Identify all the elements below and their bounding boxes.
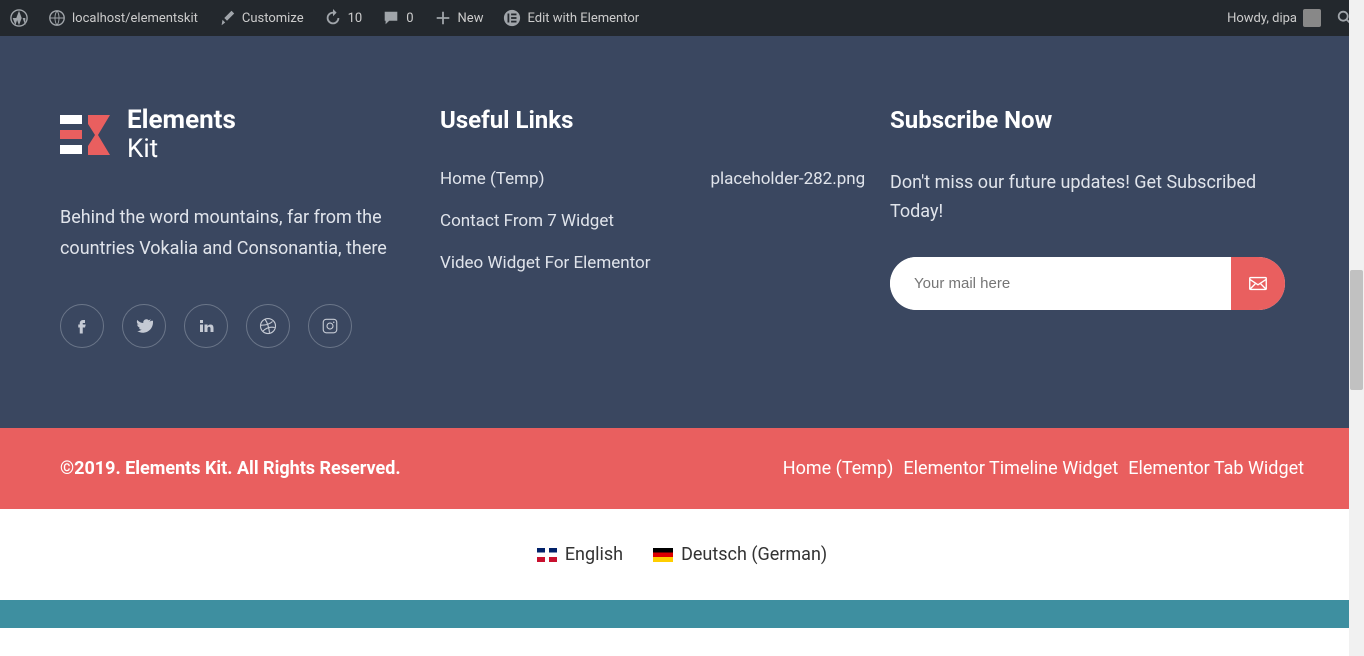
customize-label: Customize (242, 11, 304, 26)
teal-section (0, 600, 1364, 628)
admin-bar-right: Howdy, dipa (1227, 9, 1354, 27)
lang-german[interactable]: Deutsch (German) (653, 544, 827, 565)
footer-link[interactable]: Contact From 7 Widget (440, 211, 650, 231)
comments-link[interactable]: 0 (382, 9, 413, 27)
logo-mark (60, 110, 115, 160)
plus-icon (434, 9, 452, 27)
greeting-text: Howdy, dipa (1227, 11, 1297, 26)
facebook-icon (73, 317, 91, 335)
refresh-icon (324, 9, 342, 27)
instagram-link[interactable] (308, 304, 352, 348)
twitter-icon (135, 317, 153, 335)
footer-link[interactable]: Video Widget For Elementor (440, 253, 650, 273)
footer-about-column: Elements Kit Behind the word mountains, … (60, 106, 440, 348)
lang-label: Deutsch (German) (681, 544, 827, 565)
edit-elementor-link[interactable]: Edit with Elementor (503, 9, 639, 27)
site-name: localhost/elementskit (72, 11, 198, 26)
envelope-icon (1247, 272, 1269, 294)
wp-admin-bar: localhost/elementskit Customize 10 0 New… (0, 0, 1364, 36)
lang-label: English (565, 544, 623, 565)
footer-links-col-1: Home (Temp) Contact From 7 Widget Video … (440, 169, 650, 273)
subscribe-heading: Subscribe Now (890, 106, 1304, 134)
footer-logo: Elements Kit (60, 106, 400, 163)
admin-bar-left: localhost/elementskit Customize 10 0 New… (10, 9, 639, 27)
linkedin-link[interactable] (184, 304, 228, 348)
update-count: 10 (348, 11, 363, 26)
subscribe-button[interactable] (1231, 257, 1285, 310)
new-label: New (458, 11, 484, 26)
comment-icon (382, 9, 400, 27)
footer-links-col-2: placeholder-282.png (710, 169, 865, 273)
site-name-link[interactable]: localhost/elementskit (48, 9, 198, 27)
uk-flag-icon (537, 548, 557, 562)
copyright-link[interactable]: Elementor Tab Widget (1128, 458, 1304, 479)
avatar (1303, 9, 1321, 27)
copyright-link[interactable]: Elementor Timeline Widget (903, 458, 1118, 479)
facebook-link[interactable] (60, 304, 104, 348)
copyright-bar: ©2019. Elements Kit. All Rights Reserved… (0, 428, 1364, 509)
subscribe-form (890, 257, 1285, 310)
logo-line1: Elements (127, 106, 236, 135)
social-icons (60, 304, 400, 348)
useful-links-heading: Useful Links (440, 106, 890, 134)
edit-elementor-label: Edit with Elementor (527, 11, 639, 26)
logo-line2: Kit (127, 135, 236, 164)
customize-link[interactable]: Customize (218, 9, 304, 27)
home-icon (48, 9, 66, 27)
scrollbar-thumb[interactable] (1350, 270, 1363, 390)
twitter-link[interactable] (122, 304, 166, 348)
elementor-icon (503, 9, 521, 27)
wp-logo[interactable] (10, 9, 28, 27)
language-switcher: English Deutsch (German) (0, 509, 1364, 600)
brush-icon (218, 9, 236, 27)
subscribe-text: Don't miss our future updates! Get Subsc… (890, 169, 1304, 227)
footer-description: Behind the word mountains, far from the … (60, 203, 400, 264)
copyright-link[interactable]: Home (Temp) (783, 458, 894, 479)
footer-links-wrapper: Home (Temp) Contact From 7 Widget Video … (440, 169, 890, 273)
dribbble-icon (259, 317, 277, 335)
copyright-nav: Home (Temp) Elementor Timeline Widget El… (783, 458, 1304, 479)
instagram-icon (321, 317, 339, 335)
user-menu[interactable]: Howdy, dipa (1227, 9, 1321, 27)
footer-subscribe-column: Subscribe Now Don't miss our future upda… (890, 106, 1304, 348)
linkedin-icon (197, 317, 215, 335)
footer-link[interactable]: placeholder-282.png (710, 169, 865, 189)
comment-count: 0 (406, 11, 413, 26)
email-input[interactable] (890, 257, 1231, 310)
wordpress-icon (10, 9, 28, 27)
footer-link[interactable]: Home (Temp) (440, 169, 650, 189)
copyright-text: ©2019. Elements Kit. All Rights Reserved… (60, 458, 401, 479)
footer-links-column: Useful Links Home (Temp) Contact From 7 … (440, 106, 890, 348)
updates-link[interactable]: 10 (324, 9, 363, 27)
german-flag-icon (653, 548, 673, 562)
dribbble-link[interactable] (246, 304, 290, 348)
new-link[interactable]: New (434, 9, 484, 27)
logo-text: Elements Kit (127, 106, 236, 163)
scrollbar[interactable] (1349, 0, 1364, 656)
footer-section: Elements Kit Behind the word mountains, … (0, 36, 1364, 428)
lang-english[interactable]: English (537, 544, 623, 565)
